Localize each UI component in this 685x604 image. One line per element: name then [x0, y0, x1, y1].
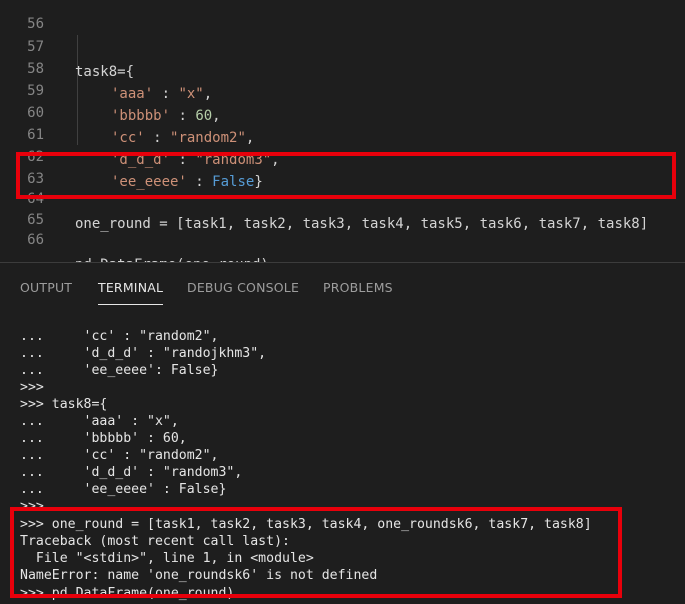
- terminal-line: ... 'cc' : "random2",: [20, 329, 219, 344]
- terminal-line: ... 'aaa' : "x",: [20, 414, 179, 429]
- line-number: 66: [27, 232, 44, 248]
- highlight-box-terminal: [10, 507, 622, 598]
- code-text: pd.DataFrame(one_round): [75, 253, 269, 262]
- code-line[interactable]: 66 pd.DataFrame(one_round): [0, 203, 685, 262]
- tab-terminal[interactable]: TERMINAL: [98, 280, 164, 305]
- terminal-line: ... 'ee_eeee' : False}: [20, 482, 227, 497]
- terminal-line: >>>: [20, 380, 44, 395]
- highlight-box-editor: [16, 152, 676, 199]
- tab-output[interactable]: OUTPUT: [20, 280, 72, 295]
- terminal-line: ... 'bbbbb' : 60,: [20, 431, 187, 446]
- terminal-output[interactable]: ... 'cc' : "random2", ... 'd_d_d' : "ran…: [0, 308, 685, 604]
- tab-debug-console[interactable]: DEBUG CONSOLE: [187, 280, 299, 295]
- terminal-line: ... 'ee_eeee': False}: [20, 363, 219, 378]
- code-editor[interactable]: 56 57 task8={ 58 'aaa' : "x", 59 'bbbbb'…: [0, 0, 685, 262]
- terminal-line: >>> task8={: [20, 397, 108, 412]
- terminal-line: ... 'd_d_d' : "randojkhm3",: [20, 346, 267, 361]
- terminal-line: ... 'cc' : "random2",: [20, 448, 219, 463]
- tab-problems[interactable]: PROBLEMS: [323, 280, 393, 295]
- panel-tab-bar: OUTPUT TERMINAL DEBUG CONSOLE PROBLEMS: [0, 262, 685, 308]
- terminal-line: ... 'd_d_d' : "random3",: [20, 465, 243, 480]
